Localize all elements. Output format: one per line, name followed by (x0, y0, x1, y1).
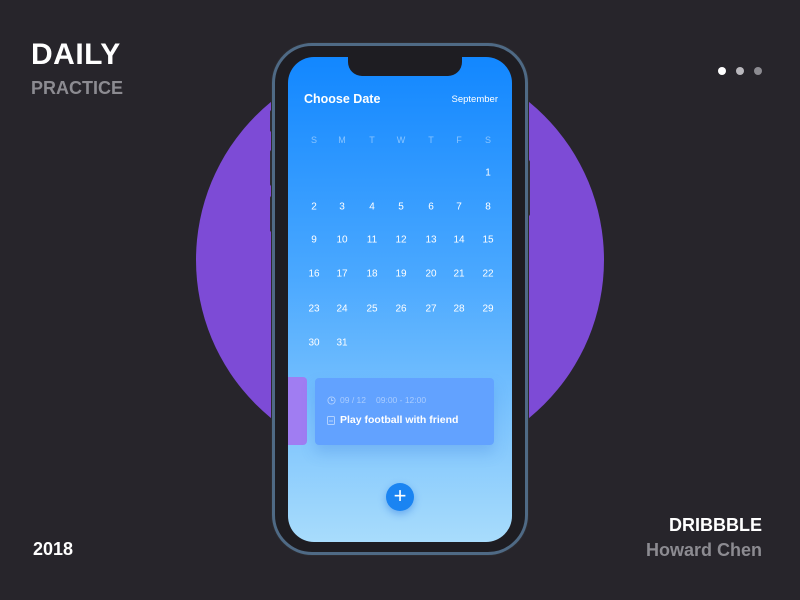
weekday-label: W (396, 135, 406, 145)
calendar-day[interactable]: 14 (453, 235, 464, 246)
weekday-label: S (310, 135, 318, 145)
calendar-day[interactable]: 11 (367, 235, 377, 246)
weekday-label: M (338, 135, 346, 145)
author: Howard Chen (645, 540, 762, 560)
subtitle: PRACTICE (31, 78, 124, 98)
calendar-day[interactable]: 24 (336, 304, 347, 315)
calendar-day[interactable]: 13 (425, 235, 436, 246)
calendar-day[interactable]: 2 (311, 202, 317, 213)
month-selector[interactable]: September (452, 94, 498, 105)
weekday-label: F (456, 135, 462, 145)
calendar-day[interactable]: 19 (395, 269, 406, 280)
clock-icon (327, 395, 336, 405)
pager-dot-3[interactable] (754, 67, 762, 75)
note-icon (327, 415, 335, 425)
calendar-day[interactable]: 1 (485, 168, 491, 179)
calendar-day[interactable]: 21 (453, 269, 464, 280)
calendar-day[interactable]: 30 (308, 338, 319, 349)
calendar-day[interactable]: 28 (453, 304, 464, 315)
weekday-label: T (369, 135, 375, 145)
brand: DRIBBBLE (669, 515, 762, 535)
calendar-day[interactable]: 10 (336, 235, 347, 246)
calendar-day[interactable]: 18 (366, 269, 377, 280)
calendar-day[interactable]: 8 (485, 202, 491, 213)
pager-dot-2[interactable] (736, 67, 744, 75)
calendar-day[interactable]: 4 (369, 202, 375, 213)
calendar-day[interactable]: 5 (398, 202, 404, 213)
calendar-day[interactable]: 23 (308, 304, 319, 315)
calendar-day[interactable]: 22 (482, 269, 493, 280)
calendar-day[interactable]: 9 (311, 235, 317, 246)
event-title: Play football with friend (340, 414, 459, 426)
calendar-day[interactable]: 26 (395, 304, 406, 315)
plus-icon: + (393, 483, 407, 508)
calendar-day[interactable]: 3 (339, 202, 345, 213)
previous-event-card[interactable] (288, 377, 307, 445)
phone-screen: Choose Date September S M T W T F S 1 2 3 4 5 6 7 8 9 10… (288, 57, 512, 542)
calendar-day[interactable]: 16 (308, 269, 319, 280)
event-card[interactable]: 09 / 12 09:00 - 12:00 Play football with… (315, 378, 494, 445)
event-date: 09 / 12 (340, 395, 366, 405)
header-title: Choose Date (304, 92, 381, 106)
add-event-button[interactable]: + (386, 483, 414, 511)
calendar-day[interactable]: 29 (482, 304, 493, 315)
calendar-day[interactable]: 17 (336, 269, 347, 280)
calendar-day[interactable]: 15 (482, 235, 493, 246)
title: DAILY (31, 38, 121, 71)
calendar-day[interactable]: 31 (336, 338, 347, 349)
calendar-day[interactable]: 12 (395, 235, 406, 246)
calendar-day[interactable]: 7 (456, 202, 462, 213)
calendar-day[interactable]: 25 (366, 304, 377, 315)
notch (348, 57, 462, 76)
weekday-label: S (484, 135, 492, 145)
calendar-day[interactable]: 27 (425, 304, 436, 315)
year: 2018 (33, 539, 74, 559)
event-time: 09:00 - 12:00 (376, 395, 427, 405)
calendar-day[interactable]: 20 (425, 269, 436, 280)
pager-dot-1[interactable] (718, 67, 726, 75)
calendar-day[interactable]: 6 (428, 202, 434, 213)
weekday-label: T (428, 135, 434, 145)
